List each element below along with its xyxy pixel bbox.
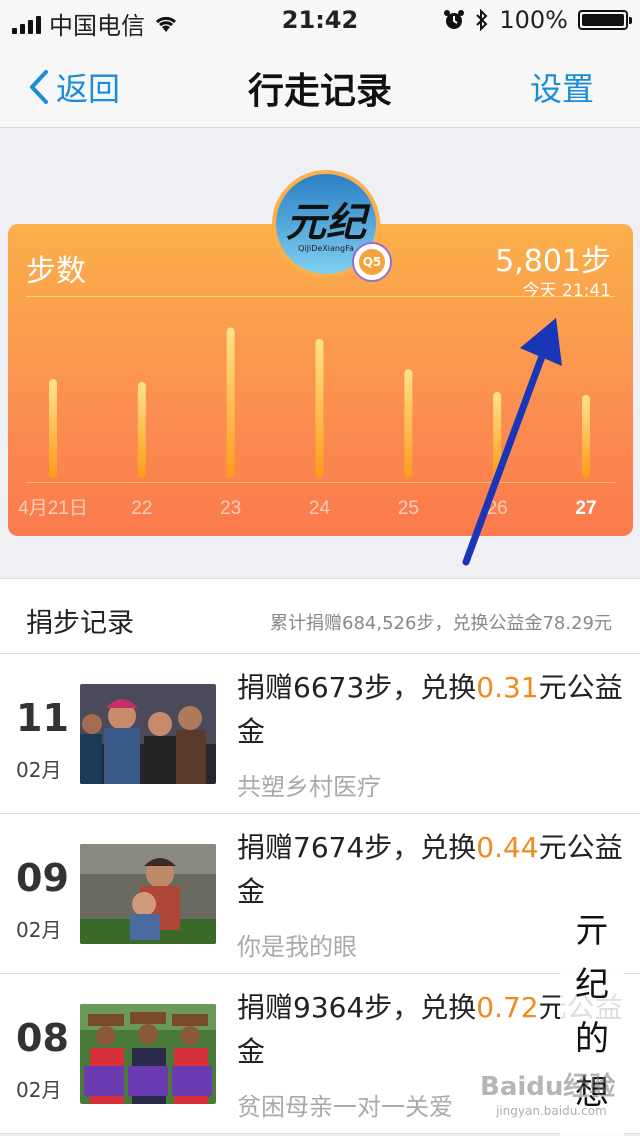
records-list: 11 02月 捐赠6673步，兑换0.31元公益金 共塑乡村医疗 09 02月 xyxy=(0,654,640,1134)
chart-tick-label: 23 xyxy=(220,498,241,519)
today-time: 今天 21:41 xyxy=(522,281,611,301)
list-item[interactable]: 11 02月 捐赠6673步，兑换0.31元公益金 共塑乡村医疗 xyxy=(0,654,640,814)
record-project: 贫困母亲一对一关爱 xyxy=(237,1093,453,1121)
chart-tick-label: 26 xyxy=(487,498,508,519)
avatar-logo-text: 元纪 xyxy=(286,199,366,246)
chart-bar[interactable] xyxy=(49,379,57,478)
card-divider xyxy=(26,296,615,297)
settings-button[interactable]: 设置 xyxy=(530,64,594,110)
record-image xyxy=(80,1004,216,1104)
steps-label: 步数 xyxy=(26,254,86,289)
record-day: 08 xyxy=(16,1016,69,1060)
chart-bar[interactable] xyxy=(404,369,413,478)
record-day: 09 xyxy=(16,856,69,900)
today-steps: 5,801步 xyxy=(495,244,611,279)
nav-bar: 返回 行走记录 设置 xyxy=(0,40,640,128)
status-right: 100% xyxy=(443,6,632,34)
records-header: 捐步记录 累计捐赠684,526步，兑换公益金78.29元 xyxy=(0,578,640,654)
chart-bar[interactable] xyxy=(582,394,590,478)
record-project: 共塑乡村医疗 xyxy=(237,773,381,801)
records-summary: 累计捐赠684,526步，兑换公益金78.29元 xyxy=(270,613,612,634)
records-title: 捐步记录 xyxy=(26,608,134,639)
record-amount: 0.44 xyxy=(476,831,539,864)
battery-icon xyxy=(578,10,632,30)
chart-bar[interactable] xyxy=(226,327,235,479)
record-month: 02月 xyxy=(16,1078,62,1102)
record-amount: 0.31 xyxy=(476,671,539,704)
chart-tick-label: 4月21日 xyxy=(18,498,88,519)
chart-tick-label: 22 xyxy=(131,498,152,519)
chart-tick-label: 24 xyxy=(309,498,331,519)
record-description: 捐赠6673步，兑换0.31元公益金 xyxy=(237,671,623,748)
record-description: 捐赠7674步，兑换0.44元公益金 xyxy=(237,831,623,908)
record-month: 02月 xyxy=(16,918,62,942)
battery-percent: 100% xyxy=(499,6,568,34)
record-month: 02月 xyxy=(16,758,62,782)
record-amount: 0.72 xyxy=(476,991,539,1024)
chart-tick-label: 25 xyxy=(398,498,419,519)
chart-bar[interactable] xyxy=(493,392,502,478)
chart-tick-label: 27 xyxy=(575,498,596,519)
bluetooth-icon xyxy=(476,9,488,31)
chart-bar[interactable] xyxy=(315,338,324,478)
record-image xyxy=(80,684,216,784)
baidu-url: jingyan.baidu.com xyxy=(496,1104,607,1118)
alarm-icon xyxy=(444,10,465,29)
record-project: 你是我的眼 xyxy=(237,933,357,961)
chart-baseline xyxy=(26,482,615,483)
status-bar: 中国电信 21:42 100% xyxy=(0,0,640,40)
record-image xyxy=(80,844,216,944)
level-badge-icon: Q5 xyxy=(352,242,392,282)
baidu-watermark: Baidu经验 xyxy=(480,1072,616,1102)
chart-bar[interactable] xyxy=(137,381,146,478)
record-day: 11 xyxy=(16,696,69,740)
list-item[interactable]: 09 02月 捐赠7674步，兑换0.44元公益金 你是我的眼 xyxy=(0,814,640,974)
level-badge-text: Q5 xyxy=(359,249,385,275)
steps-chart-section: 4月21日 22 23 24 25 26 27 步数 5,801步 今天 21:41 元纪 … xyxy=(0,128,640,578)
